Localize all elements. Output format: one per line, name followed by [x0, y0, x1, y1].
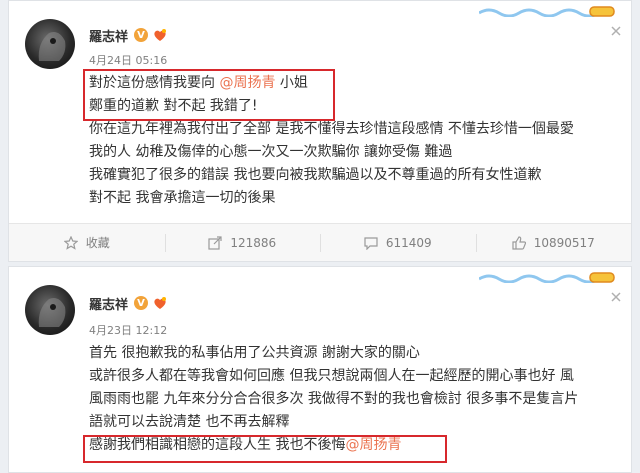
mention-link[interactable]: @周扬青 — [219, 75, 275, 91]
avatar[interactable] — [25, 285, 75, 335]
post-line: 風雨雨也罷 九年來分分合合很多次 我做得不對的我也會檢討 很多事不是隻言片 — [89, 391, 579, 407]
close-icon[interactable] — [609, 23, 623, 37]
post-line: 或許很多人都在等我會如何回應 但我只想說兩個人在一起經歷的開心事也好 風 — [89, 368, 574, 384]
comment-count: 611409 — [385, 235, 432, 250]
comment-button[interactable]: 611409 — [320, 224, 476, 261]
vip-level-icon — [152, 28, 168, 42]
share-icon — [208, 235, 222, 250]
post-line: 對不起 我會承擔這一切的後果 — [89, 190, 276, 206]
verified-badge: V — [134, 296, 149, 310]
share-button[interactable]: 121886 — [164, 224, 321, 261]
post-line: 我的人 幼稚及傷倖的心態一次又一次欺騙你 讓妳受傷 難過 — [89, 144, 453, 160]
comment-icon — [364, 236, 378, 250]
decorative-wave-icon — [479, 273, 599, 283]
username[interactable]: 羅志祥 — [89, 294, 128, 313]
star-icon — [63, 235, 78, 250]
author-row: 羅志祥 V — [89, 293, 168, 313]
post-text: 對於這份感情我要向 @周扬青 小姐 鄭重的道歉 對不起 我錯了! 你在這九年裡為… — [89, 72, 629, 210]
author-row: 羅志祥 V — [89, 25, 168, 45]
username[interactable]: 羅志祥 — [89, 26, 128, 45]
highlight-box — [83, 435, 447, 463]
like-button[interactable]: 10890517 — [475, 224, 632, 261]
like-count: 10890517 — [533, 235, 595, 250]
avatar[interactable] — [25, 19, 75, 69]
share-count: 121886 — [230, 235, 277, 250]
post-line: 我確實犯了很多的錯誤 我也要向被我欺騙過以及不尊重過的所有女性道歉 — [89, 167, 542, 183]
close-icon[interactable] — [609, 289, 623, 303]
vip-level-icon — [152, 296, 168, 310]
like-icon — [512, 235, 526, 250]
post-timestamp[interactable]: 4月24日 05:16 — [89, 52, 167, 68]
post-line: 語就可以去說清楚 也不再去解釋 — [89, 414, 290, 430]
post-line: 對於這份感情我要向 @周扬青 小姐 — [89, 75, 308, 91]
decorative-float-icon — [589, 269, 615, 283]
decorative-float-icon — [589, 3, 615, 17]
verified-badge: V — [134, 28, 149, 42]
post-timestamp[interactable]: 4月23日 12:12 — [89, 322, 167, 338]
post-line: 首先 很抱歉我的私事佔用了公共資源 謝謝大家的關心 — [89, 345, 420, 361]
favorite-button[interactable]: 收藏 — [9, 224, 165, 261]
weibo-post-card: 羅志祥 V 4月24日 05:16 對於這份感情我要向 @周扬青 小姐 鄭重的道… — [8, 0, 632, 262]
favorite-label: 收藏 — [85, 236, 110, 250]
action-bar: 收藏 121886 611409 10890517 — [9, 223, 631, 261]
post-line: 你在這九年裡為我付出了全部 是我不懂得去珍惜這段感情 不懂去珍惜一個最愛 — [89, 121, 574, 137]
post-line: 鄭重的道歉 對不起 我錯了! — [89, 98, 258, 114]
weibo-post-card: 羅志祥 V 4月23日 12:12 首先 很抱歉我的私事佔用了公共資源 謝謝大家… — [8, 266, 632, 473]
decorative-wave-icon — [479, 7, 599, 17]
